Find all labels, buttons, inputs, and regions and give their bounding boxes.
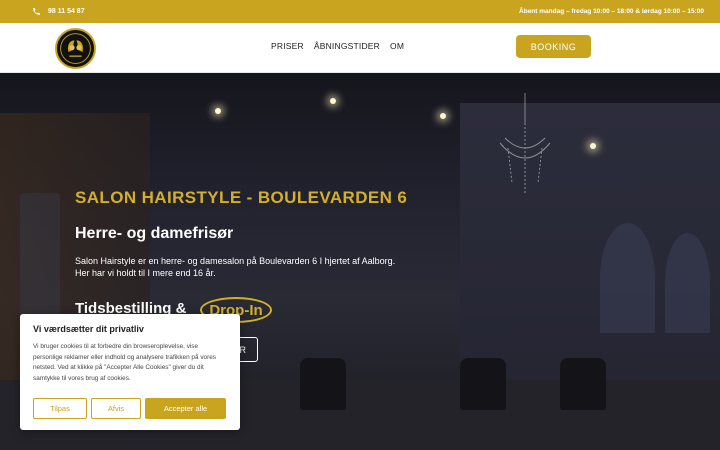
- salon-chair: [460, 358, 506, 410]
- main-navigation: PRISER ÅBNINGSTIDER OM BOOKING: [0, 23, 720, 73]
- hero-description: Salon Hairstyle er en herre- og damesalo…: [75, 255, 410, 279]
- cookie-text: Vi bruger cookies til at forbedre din br…: [33, 343, 216, 382]
- opening-hours: Åbent mandag – fredag 10:00 – 18:00 & lø…: [519, 8, 704, 15]
- chandelier-icon: [499, 93, 551, 193]
- nav-menu: PRISER ÅBNINGSTIDER OM: [271, 41, 404, 51]
- hero-bg-mirror: [600, 223, 655, 333]
- hero-title: SALON HAIRSTYLE - BOULEVARDEN 6: [75, 188, 408, 207]
- hero-description-line: Salon Hairstyle er en herre- og damesalo…: [75, 256, 396, 266]
- hero-description-line: Her har vi holdt til I mere end 16 år.: [75, 268, 216, 278]
- phone-contact[interactable]: 98 11 54 87: [32, 7, 85, 16]
- hero-bg-mirror: [20, 193, 60, 333]
- logo-emblem-icon: [60, 33, 91, 64]
- phone-icon: [33, 8, 40, 15]
- hero-bg-mirror: [665, 233, 710, 333]
- salon-chair: [300, 358, 346, 410]
- cookie-accept-all-button[interactable]: Accepter alle: [145, 398, 226, 419]
- salon-logo[interactable]: [55, 28, 96, 69]
- nav-item-om[interactable]: OM: [390, 41, 404, 51]
- nav-item-abningstider[interactable]: ÅBNINGSTIDER: [314, 41, 380, 51]
- cookie-reject-button[interactable]: Afvis: [91, 398, 141, 419]
- ceiling-light: [215, 108, 221, 114]
- ceiling-light: [440, 113, 446, 119]
- cookie-buttons: Tilpas Afvis Accepter alle: [33, 398, 226, 419]
- ceiling-light: [330, 98, 336, 104]
- ceiling-light: [590, 143, 596, 149]
- top-info-bar: 98 11 54 87 Åbent mandag – fredag 10:00 …: [0, 0, 720, 23]
- salon-chair: [560, 358, 606, 410]
- hero-subtitle: Herre- og damefrisør: [75, 225, 234, 242]
- cookie-title: Vi værdsætter dit privatliv: [33, 324, 144, 334]
- phone-number[interactable]: 98 11 54 87: [48, 8, 85, 15]
- booking-button[interactable]: BOOKING: [516, 35, 591, 58]
- cookie-consent-dialog: Vi værdsætter dit privatliv Vi bruger co…: [20, 314, 240, 430]
- nav-item-priser[interactable]: PRISER: [271, 41, 304, 51]
- cookie-customize-button[interactable]: Tilpas: [33, 398, 87, 419]
